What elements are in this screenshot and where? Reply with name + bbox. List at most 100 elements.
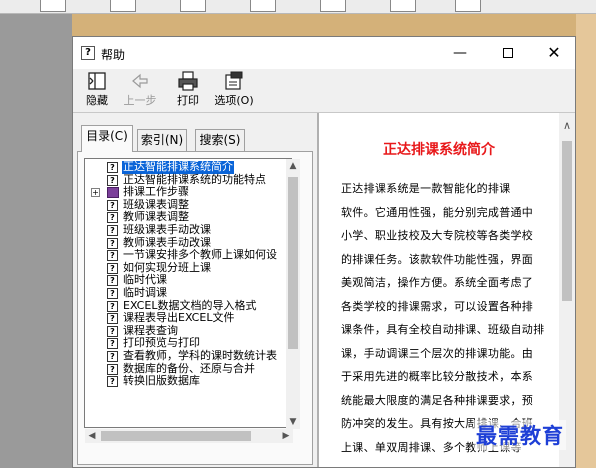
close-button[interactable]: ✕ <box>531 37 577 69</box>
print-label: 打印 <box>177 94 199 107</box>
options-button[interactable]: 选项(O) <box>211 71 257 111</box>
scroll-up-icon[interactable]: ▲ <box>286 159 300 173</box>
topic-title: 正达排课系统简介 <box>383 142 495 158</box>
topic-text-line: 课，手动调课三个层次的排课功能。由 <box>341 346 534 360</box>
help-page-icon: ? <box>107 313 118 325</box>
printer-icon <box>178 71 198 91</box>
tree-item-label: 排课工作步骤 <box>123 185 189 199</box>
help-page-icon: ? <box>107 199 118 211</box>
hide-label: 隐藏 <box>86 94 108 107</box>
tree-item[interactable]: ? 临时调课 <box>85 285 291 300</box>
tree-item-label: 班级课表手动改课 <box>123 222 211 236</box>
hide-button[interactable]: 隐藏 <box>81 71 113 111</box>
topic-content-pane: 正达排课系统简介 正达排课系统是一款智能化的排课软件。它通用性强，能分别完成普通… <box>317 113 575 467</box>
help-page-icon: ? <box>107 275 118 287</box>
scroll-right-icon[interactable]: ▶ <box>279 429 293 443</box>
background-left-area <box>0 14 72 468</box>
help-page-icon: ? <box>107 363 118 375</box>
topic-text-line: 的排课任务。该款软件功能性强，界面 <box>341 252 534 266</box>
tree-horizontal-scrollbar[interactable]: ◀ ▶ <box>85 429 293 443</box>
topic-text-line: 统能最大限度的满足各种排课要求，预 <box>341 393 534 407</box>
background-tool-icon <box>320 0 346 12</box>
help-page-icon: ? <box>107 237 118 249</box>
background-toolbar <box>0 0 596 14</box>
help-page-icon: ? <box>107 212 118 224</box>
help-page-icon: ? <box>107 325 118 337</box>
topic-text-line: 小学、职业技校及大专院校等各类学校 <box>341 229 534 242</box>
options-icon <box>225 71 243 90</box>
tree-item[interactable]: ? 正达智能排课系统简介 <box>85 160 291 175</box>
tree-item[interactable]: ? 一节课安排多个教师上课如何设 <box>85 249 291 262</box>
tree-scroll-thumb[interactable] <box>288 177 298 349</box>
topic-body: 正达排课系统是一款智能化的排课软件。它通用性强，能分别完成普通中 小学、职业技校及… <box>341 177 563 459</box>
help-app-icon: ? <box>81 46 95 60</box>
expand-icon[interactable]: + <box>91 188 100 198</box>
help-page-icon: ? <box>107 287 118 299</box>
minimize-button[interactable]: — <box>437 37 483 69</box>
title-bar[interactable]: ? 帮助 — ✕ <box>73 37 575 69</box>
background-right-area <box>576 14 596 468</box>
book-icon <box>107 187 119 199</box>
help-toolbar: 隐藏 上一步 打印 选项(O) <box>73 69 575 113</box>
tree-item[interactable]: ? 转换旧版数据库 <box>85 374 291 388</box>
tab-search[interactable]: 搜索(S) <box>195 129 245 151</box>
content-scroll-up-icon[interactable]: ∧ <box>559 119 575 133</box>
background-tool-icon <box>40 0 66 12</box>
tree-item[interactable]: ? 如何实现分班上课 <box>85 261 291 275</box>
contents-panel: ? 正达智能排课系统简介? 正达智能排课系统的功能特点 + 排课工作步骤? 班级课表调整?… <box>77 151 313 465</box>
help-page-icon: ? <box>107 262 118 274</box>
background-tool-icon <box>110 0 136 12</box>
back-label: 上一步 <box>123 94 157 107</box>
options-label: 选项(O) <box>214 94 254 107</box>
tree-item-label: 正达智能排课系统简介 <box>121 160 235 175</box>
background-tool-icon <box>390 0 416 12</box>
help-page-icon: ? <box>107 224 118 236</box>
contents-tree[interactable]: ? 正达智能排课系统简介? 正达智能排课系统的功能特点 + 排课工作步骤? 班级课表调整?… <box>84 158 292 428</box>
maximize-icon <box>503 48 513 58</box>
back-button[interactable]: 上一步 <box>119 71 161 111</box>
tree-item-label: 一节课安排多个教师上课如何设 <box>123 248 277 262</box>
back-arrow-icon <box>132 73 148 89</box>
topic-text-line: 美观简洁，操作方便。系统全面考虑了 <box>341 276 534 289</box>
tree-item[interactable]: + 排课工作步骤 <box>85 186 291 199</box>
tab-contents[interactable]: 目录(C) <box>81 125 133 152</box>
tree-item[interactable]: ? 班级课表手动改课 <box>85 222 291 237</box>
content-scroll-thumb[interactable] <box>562 141 572 301</box>
background-tool-icon <box>455 0 481 12</box>
tab-index[interactable]: 索引(N) <box>137 129 187 151</box>
help-window: ? 帮助 — ✕ 隐藏 上一步 打印 选项(O) 目录(C) 索引(N) 搜索(… <box>72 36 576 468</box>
tree-hscroll-thumb[interactable] <box>101 431 251 441</box>
help-page-icon: ? <box>107 376 118 388</box>
help-page-icon: ? <box>107 350 118 362</box>
tree-item[interactable]: ? 课程表导出EXCEL文件 <box>85 312 291 325</box>
topic-text-line: 各类学校的排课需求，可以设置各种排 <box>341 299 534 313</box>
content-vertical-scrollbar[interactable]: ∧ <box>559 113 575 467</box>
help-page-icon: ? <box>107 300 118 312</box>
topic-text-line: 软件。它通用性强，能分别完成普通中 <box>341 205 534 219</box>
topic-text-line: 正达排课系统是一款智能化的排课 <box>341 182 511 195</box>
window-title: 帮助 <box>101 48 126 62</box>
background-tool-icon <box>180 0 206 12</box>
tree-item-label: 临时调课 <box>123 285 167 299</box>
scroll-down-icon[interactable]: ▼ <box>286 415 300 429</box>
tree-item[interactable]: ? 查看教师，学科的课时数统计表 <box>85 348 291 363</box>
hide-icon <box>88 72 106 90</box>
tree-item[interactable]: ? 临时代课 <box>85 274 291 287</box>
tree-item-label: 课程表导出EXCEL文件 <box>123 311 235 325</box>
print-button[interactable]: 打印 <box>171 71 205 111</box>
navigation-pane: 目录(C) 索引(N) 搜索(S) ? 正达智能排课系统简介? 正达智能排课系统的功… <box>77 125 313 465</box>
help-page-icon: ? <box>107 338 118 350</box>
background-tool-icon <box>250 0 276 12</box>
topic-text-line: 于采用先进的概率比较分散技术，本系 <box>341 370 534 383</box>
topic-text-line: 课条件，具有全校自动排课、班级自动排 <box>341 323 545 336</box>
help-page-icon: ? <box>107 162 118 173</box>
maximize-button[interactable] <box>485 37 531 69</box>
watermark-logo: 最需教育 <box>474 420 566 450</box>
tree-item-label: 转换旧版数据库 <box>123 374 200 388</box>
help-page-icon: ? <box>107 250 118 262</box>
tree-vertical-scrollbar[interactable]: ▲ ▼ <box>286 159 300 429</box>
help-page-icon: ? <box>107 174 118 186</box>
tree-item-label: 查看教师，学科的课时数统计表 <box>123 348 277 362</box>
tree-list: ? 正达智能排课系统简介? 正达智能排课系统的功能特点 + 排课工作步骤? 班级课表调整?… <box>85 160 291 388</box>
scroll-left-icon[interactable]: ◀ <box>85 429 99 443</box>
